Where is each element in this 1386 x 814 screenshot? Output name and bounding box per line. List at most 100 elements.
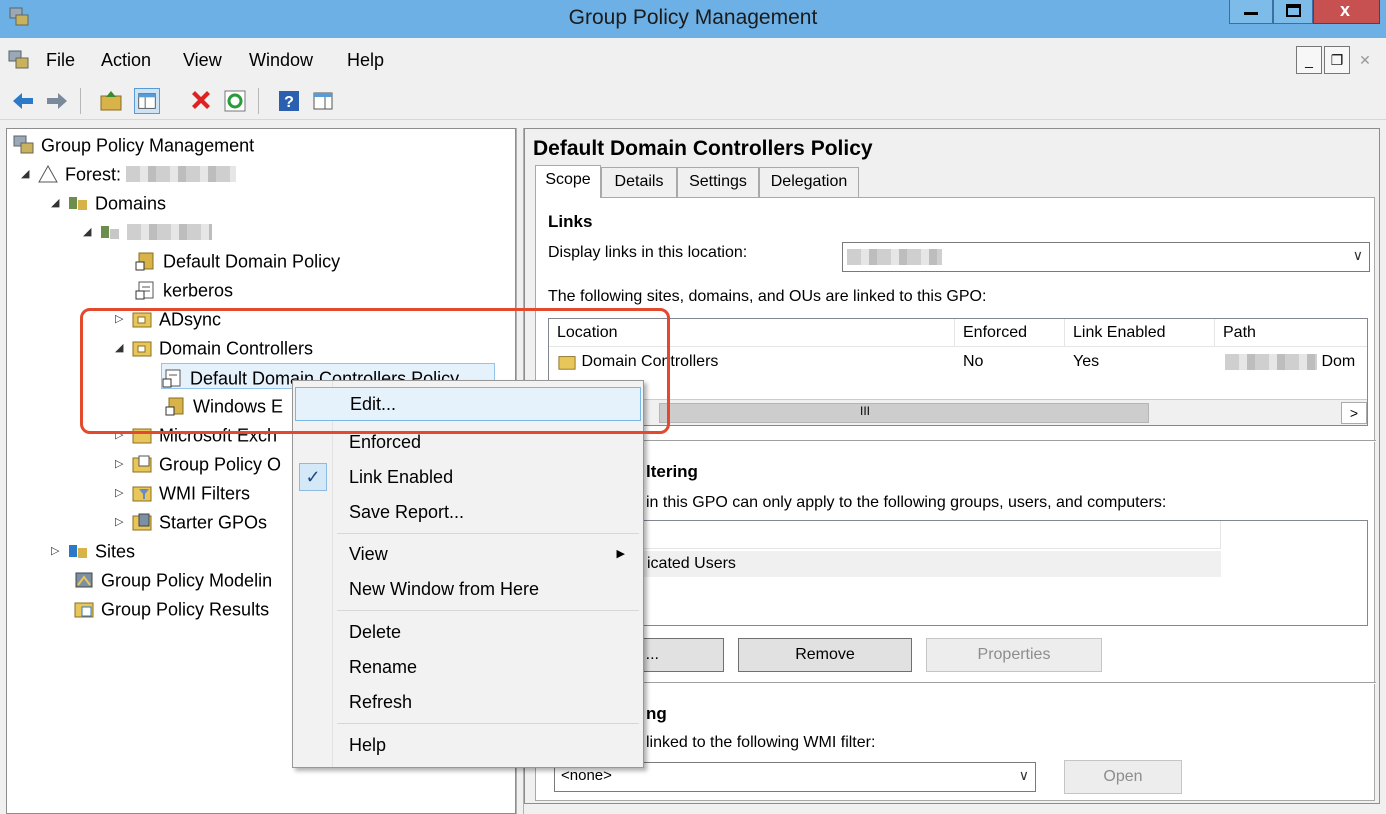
wmi-filter-icon — [132, 486, 152, 502]
scroll-thumb[interactable]: III — [659, 403, 1149, 423]
menu-item-save-report[interactable]: Save Report... — [295, 495, 641, 529]
show-hide-tree-icon[interactable] — [134, 88, 160, 114]
menu-help[interactable]: Help — [347, 50, 384, 71]
display-links-label: Display links in this location: — [548, 244, 748, 261]
refresh-icon[interactable] — [222, 88, 248, 114]
wmi-filter-value: <none> — [561, 767, 612, 784]
scroll-right-icon[interactable]: > — [1341, 402, 1367, 424]
menu-item-new-window[interactable]: New Window from Here — [295, 572, 641, 606]
tree-item-domains[interactable]: ◢ Domains — [51, 189, 166, 215]
menu-item-enforced[interactable]: Enforced — [295, 425, 641, 459]
menu-view[interactable]: View — [183, 50, 222, 71]
remove-button[interactable]: Remove — [738, 638, 912, 672]
collapsed-triangle-icon[interactable]: ▷ — [115, 509, 131, 535]
ou-folder-icon — [558, 355, 576, 370]
back-arrow-icon[interactable] — [10, 88, 36, 114]
section-divider — [536, 440, 1376, 442]
tree-item-windows[interactable]: Windows E — [165, 392, 283, 418]
properties-pane-icon[interactable] — [310, 88, 336, 114]
tree-item-adsync[interactable]: ▷ ADsync — [115, 305, 221, 331]
tree-item-forest[interactable]: ◢ Forest: — [21, 160, 237, 187]
tree-item-wmi-filters[interactable]: ▷ WMI Filters — [115, 479, 250, 505]
mdi-controls: _ ❐ ✕ — [1294, 46, 1378, 75]
column-enforced[interactable]: Enforced — [955, 319, 1065, 347]
gpo-link-icon — [135, 252, 154, 271]
ou-folder-icon — [132, 341, 152, 357]
ou-folder-icon — [132, 312, 152, 328]
chevron-down-icon: ∨ — [1352, 247, 1363, 263]
tab-details[interactable]: Details — [601, 167, 677, 197]
column-link-enabled[interactable]: Link Enabled — [1065, 319, 1215, 347]
menu-item-delete[interactable]: Delete — [295, 615, 641, 649]
properties-button[interactable]: Properties — [926, 638, 1102, 672]
menu-separator — [337, 533, 639, 534]
domain-icon — [101, 226, 119, 240]
gpo-link-icon — [162, 369, 181, 388]
gpo-link-icon — [135, 281, 154, 300]
menu-item-refresh[interactable]: Refresh — [295, 685, 641, 719]
results-icon — [74, 602, 94, 618]
collapsed-triangle-icon[interactable]: ▷ — [115, 451, 131, 477]
expanded-triangle-icon[interactable]: ◢ — [115, 335, 131, 361]
column-location[interactable]: Location — [549, 319, 955, 347]
tree-item-starter-gpos[interactable]: ▷ Starter GPOs — [115, 508, 267, 534]
menu-action[interactable]: Action — [101, 50, 151, 71]
menu-window[interactable]: Window — [249, 50, 313, 71]
menu-file[interactable]: File — [46, 50, 75, 71]
toolbar: ? — [0, 82, 1386, 120]
chevron-down-icon: ∨ — [1018, 767, 1029, 783]
expanded-triangle-icon[interactable]: ◢ — [21, 161, 37, 187]
tree-item-root[interactable]: Group Policy Management — [13, 131, 254, 157]
tree-item-domain-controllers[interactable]: ◢ Domain Controllers — [115, 334, 313, 360]
starter-gpo-icon — [132, 513, 152, 531]
modeling-icon — [75, 572, 93, 588]
collapsed-triangle-icon[interactable]: ▷ — [115, 422, 131, 448]
tree-item-domain[interactable]: ◢ — [83, 218, 212, 244]
menu-item-edit[interactable]: Edit... — [295, 387, 641, 421]
menu-item-view[interactable]: View ▶ — [295, 537, 641, 571]
menu-item-help[interactable]: Help — [295, 728, 641, 762]
collapsed-triangle-icon[interactable]: ▷ — [115, 306, 131, 332]
open-button[interactable]: Open — [1064, 760, 1182, 794]
table-row[interactable]: Domain Controllers — [557, 349, 718, 375]
tree-item-kerberos[interactable]: kerberos — [135, 276, 233, 302]
links-location-dropdown[interactable]: ∨ — [842, 242, 1370, 272]
tree-item-default-domain-policy[interactable]: Default Domain Policy — [135, 247, 340, 273]
console-icon — [8, 50, 29, 69]
svg-text:?: ? — [284, 94, 294, 111]
menu-separator — [337, 610, 639, 611]
help-icon[interactable]: ? — [276, 88, 302, 114]
tree-item-sites[interactable]: ▷ Sites — [51, 537, 135, 563]
title-bar: Group Policy Management x — [0, 0, 1386, 38]
linked-label: The following sites, domains, and OUs ar… — [548, 288, 987, 305]
expanded-triangle-icon[interactable]: ◢ — [51, 190, 67, 216]
expanded-triangle-icon[interactable]: ◢ — [83, 219, 99, 245]
menu-separator — [337, 723, 639, 724]
tree-item-group-policy-objects[interactable]: ▷ Group Policy O — [115, 450, 281, 476]
tree-item-results[interactable]: Group Policy Results — [73, 595, 269, 621]
up-folder-icon[interactable] — [98, 88, 124, 114]
tab-scope[interactable]: Scope — [535, 165, 601, 198]
redacted-forest-name — [126, 166, 237, 183]
collapsed-triangle-icon[interactable]: ▷ — [115, 480, 131, 506]
menu-item-link-enabled[interactable]: Link Enabled — [295, 460, 641, 494]
mdi-minimize-icon[interactable]: _ — [1296, 46, 1322, 74]
redacted-path — [1225, 353, 1317, 370]
maximize-button[interactable] — [1273, 0, 1313, 24]
tree-item-modeling[interactable]: Group Policy Modelin — [73, 566, 272, 592]
menu-item-rename[interactable]: Rename — [295, 650, 641, 684]
delete-x-icon[interactable] — [188, 88, 214, 114]
tree-item-microsoft-exchange[interactable]: ▷ Microsoft Exch — [115, 421, 277, 447]
tab-delegation[interactable]: Delegation — [759, 167, 859, 197]
close-button[interactable]: x — [1313, 0, 1380, 24]
tab-settings[interactable]: Settings — [677, 167, 759, 197]
mdi-close-icon[interactable]: ✕ — [1352, 47, 1378, 75]
filter-name-column — [549, 521, 1221, 549]
collapsed-triangle-icon[interactable]: ▷ — [51, 538, 67, 564]
column-path[interactable]: Path — [1215, 319, 1367, 347]
sites-icon — [69, 545, 87, 559]
horizontal-scrollbar[interactable]: III > — [549, 399, 1367, 425]
mdi-restore-icon[interactable]: ❐ — [1324, 46, 1350, 74]
forward-arrow-icon[interactable] — [44, 88, 70, 114]
minimize-button[interactable] — [1229, 0, 1273, 24]
